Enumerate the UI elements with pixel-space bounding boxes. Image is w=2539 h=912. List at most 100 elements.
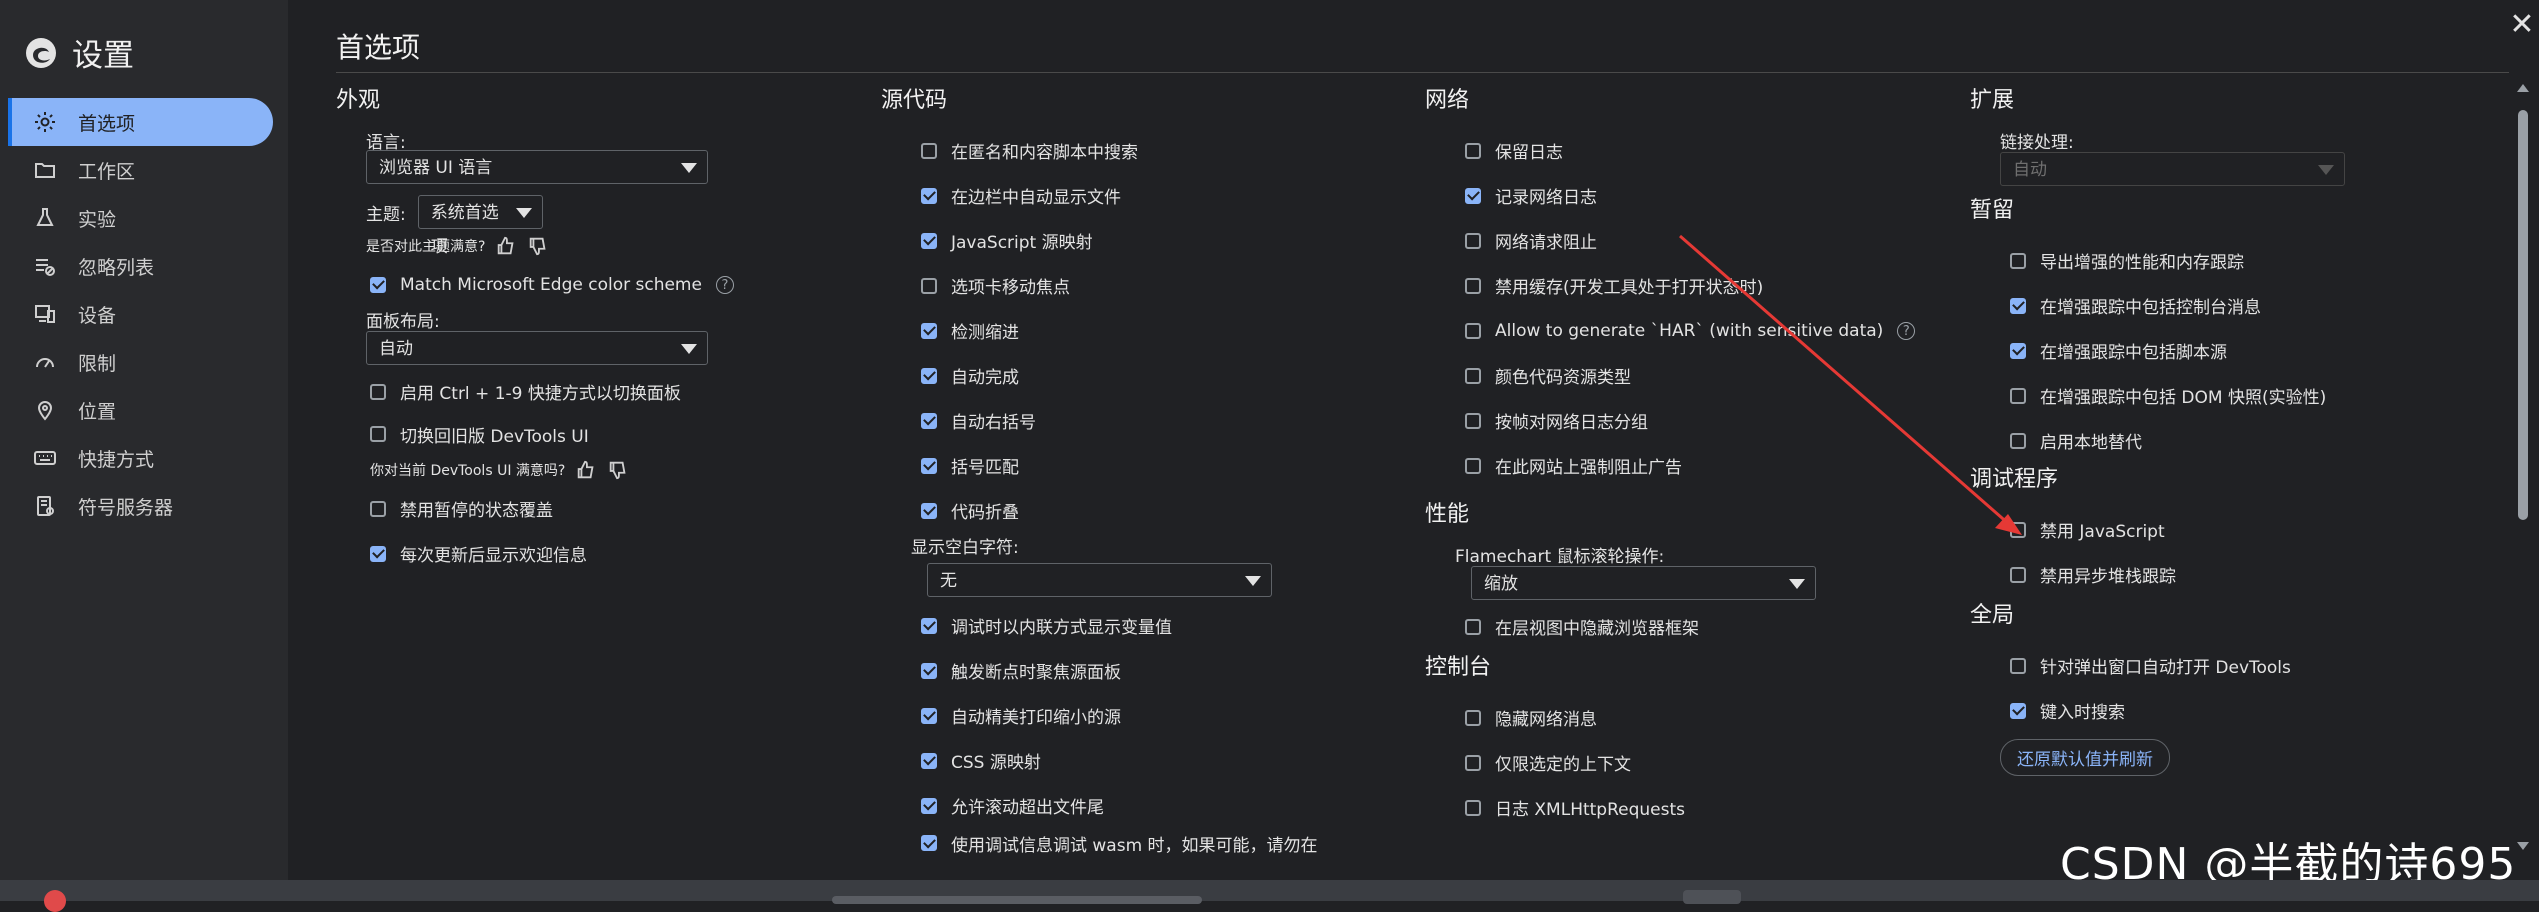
setting-checkbox[interactable] [1465,799,1481,816]
setting-checkbox[interactable] [2010,297,2026,314]
setting-row[interactable]: 颜色代码资源类型 [1425,353,1925,398]
setting-checkbox[interactable] [2010,342,2026,359]
setting-checkbox[interactable] [2010,657,2026,674]
scroll-down-arrow-icon[interactable] [2517,842,2529,850]
setting-row[interactable]: 在增强跟踪中包括控制台消息 [1970,283,2490,328]
setting-checkbox[interactable] [921,322,937,339]
setting-row[interactable]: 在边栏中自动显示文件 [881,173,1381,218]
setting-row[interactable]: JavaScript 源映射 [881,218,1381,263]
setting-row[interactable]: 自动精美打印缩小的源 [881,693,1381,738]
sidebar-item-shortcuts[interactable]: 快捷方式 [8,434,273,482]
scroll-thumb[interactable] [2518,110,2528,520]
sidebar-item-locations[interactable]: 位置 [8,386,273,434]
setting-row[interactable]: 保留日志 [1425,128,1925,173]
setting-checkbox[interactable] [921,662,937,679]
setting-row[interactable]: 在增强跟踪中包括 DOM 快照(实验性) [1970,373,2490,418]
restore-defaults-button[interactable]: 还原默认值并刷新 [2000,739,2170,776]
setting-checkbox[interactable] [2010,252,2026,269]
setting-row[interactable]: 网络请求阻止 [1425,218,1925,263]
scrollbar[interactable] [2517,82,2529,852]
setting-row[interactable]: 日志 XMLHttpRequests [1425,785,1925,830]
setting-row[interactable]: 隐藏网络消息 [1425,695,1925,740]
setting-row[interactable]: 导出增强的性能和内存跟踪 [1970,238,2490,283]
disable-paused-overlay-checkbox[interactable] [370,500,386,517]
match-edge-row[interactable]: Match Microsoft Edge color scheme ? [366,262,806,307]
show-welcome-checkbox[interactable] [370,545,386,562]
hide-chrome-frame-row[interactable]: 在层视图中隐藏浏览器框架 [1425,604,1925,649]
ctrl-switch-row[interactable]: 启用 Ctrl + 1-9 快捷方式以切换面板 [366,369,806,414]
help-icon[interactable]: ? [715,275,734,294]
setting-row[interactable]: 代码折叠 [881,488,1381,533]
setting-row[interactable]: 选项卡移动焦点 [881,263,1381,308]
setting-checkbox[interactable] [1465,412,1481,429]
setting-checkbox[interactable] [921,752,937,769]
setting-row[interactable]: 自动完成 [881,353,1381,398]
sidebar-item-devices[interactable]: 设备 [8,290,273,338]
taskbar-search-box[interactable] [832,896,1202,904]
wasm-checkbox[interactable] [921,835,937,851]
setting-row[interactable]: CSS 源映射 [881,738,1381,783]
flamechart-select[interactable]: 缩放 [1471,566,1816,600]
setting-row[interactable]: 记录网络日志 [1425,173,1925,218]
setting-row[interactable]: 禁用 JavaScript [1970,507,2490,552]
hide-chrome-frame-checkbox[interactable] [1465,618,1481,635]
setting-checkbox[interactable] [1465,709,1481,726]
setting-checkbox[interactable] [921,502,937,519]
thumbs-up-icon[interactable] [495,235,517,257]
setting-row[interactable]: 自动右括号 [881,398,1381,443]
setting-row[interactable]: 检测缩进 [881,308,1381,353]
setting-row[interactable]: 键入时搜索 [1970,688,2490,733]
sidebar-item-throttling[interactable]: 限制 [8,338,273,386]
setting-row[interactable]: 在匿名和内容脚本中搜索 [881,128,1381,173]
thumbs-up-icon[interactable] [575,459,597,481]
sidebar-item-symbol-server[interactable]: 符号服务器 [8,482,273,530]
match-edge-checkbox[interactable] [370,276,386,293]
setting-checkbox[interactable] [1465,232,1481,249]
setting-row[interactable]: 按帧对网络日志分组 [1425,398,1925,443]
setting-row[interactable]: 针对弹出窗口自动打开 DevTools [1970,643,2490,688]
setting-checkbox[interactable] [2010,702,2026,719]
setting-checkbox[interactable] [2010,566,2026,583]
wasm-row[interactable]: 使用调试信息调试 wasm 时，如果可能，请勿在 [881,828,1381,858]
setting-checkbox[interactable] [1465,754,1481,771]
whitespace-select[interactable]: 无 [927,563,1272,597]
setting-checkbox[interactable] [1465,457,1481,474]
help-icon[interactable]: ? [1897,321,1916,340]
theme-select[interactable]: 系统首选项 [417,195,543,257]
language-select[interactable]: 浏览器 UI 语言 [366,150,708,184]
taskbar-item[interactable] [1683,890,1741,904]
ctrl-switch-checkbox[interactable] [370,383,386,400]
setting-checkbox[interactable] [1465,367,1481,384]
setting-checkbox[interactable] [921,142,937,159]
setting-checkbox[interactable] [1465,187,1481,204]
setting-checkbox[interactable] [2010,521,2026,538]
setting-row[interactable]: 在增强跟踪中包括脚本源 [1970,328,2490,373]
setting-checkbox[interactable] [921,277,937,294]
sidebar-item-experiments[interactable]: 实验 [8,194,273,242]
setting-checkbox[interactable] [921,457,937,474]
setting-row[interactable]: 禁用异步堆栈跟踪 [1970,552,2490,597]
setting-checkbox[interactable] [921,707,937,724]
setting-row[interactable]: Allow to generate `HAR` (with sensitive … [1425,308,1925,353]
scroll-up-arrow-icon[interactable] [2517,84,2529,92]
setting-row[interactable]: 在此网站上强制阻止广告 [1425,443,1925,488]
disable-paused-overlay-row[interactable]: 禁用暂停的状态覆盖 [366,486,806,531]
setting-checkbox[interactable] [921,367,937,384]
setting-checkbox[interactable] [1465,142,1481,159]
setting-checkbox[interactable] [2010,432,2026,449]
setting-checkbox[interactable] [921,232,937,249]
setting-row[interactable]: 启用本地替代 [1970,418,2490,463]
setting-row[interactable]: 调试时以内联方式显示变量值 [881,603,1381,648]
setting-checkbox[interactable] [1465,277,1481,294]
setting-checkbox[interactable] [921,797,937,814]
setting-row[interactable]: 仅限选定的上下文 [1425,740,1925,785]
old-devtools-row[interactable]: 切换回旧版 DevTools UI [366,414,806,454]
close-button[interactable]: ✕ [2505,8,2539,42]
setting-row[interactable]: 允许滚动超出文件尾 [881,783,1381,828]
sidebar-item-workspace[interactable]: 工作区 [8,146,273,194]
setting-row[interactable]: 触发断点时聚焦源面板 [881,648,1381,693]
setting-checkbox[interactable] [2010,387,2026,404]
setting-checkbox[interactable] [921,187,937,204]
setting-row[interactable]: 括号匹配 [881,443,1381,488]
setting-checkbox[interactable] [921,412,937,429]
